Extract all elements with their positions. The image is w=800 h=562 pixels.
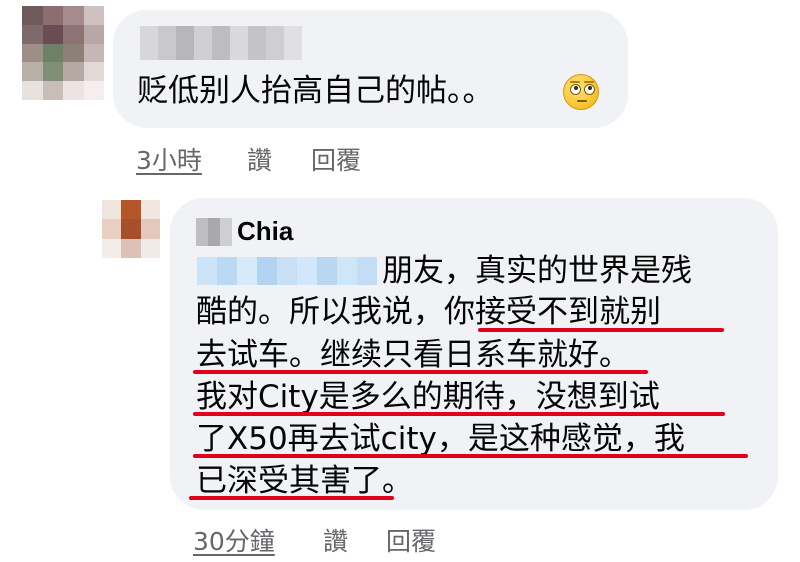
comment-text-line: 我对City是多么的期待，没想到试: [196, 379, 660, 415]
like-button[interactable]: 讚: [247, 141, 272, 177]
author-name-blurred: [140, 26, 302, 60]
like-button[interactable]: 讚: [323, 522, 348, 558]
comment-text-line: 酷的。所以我说，你接受不到就别: [196, 294, 661, 330]
annotation-underline: [189, 496, 394, 500]
annotation-underline: [478, 328, 724, 332]
reply-button[interactable]: 回覆: [311, 141, 361, 177]
rolling-eyes-emoji-icon: [563, 74, 599, 110]
comment-text-line: 已深受其害了。: [196, 463, 413, 499]
reply-button[interactable]: 回覆: [386, 522, 436, 558]
annotation-underline: [193, 370, 648, 374]
annotation-underline: [193, 454, 748, 458]
comment-timestamp[interactable]: 3小時: [136, 141, 202, 177]
avatar[interactable]: [102, 200, 160, 258]
avatar[interactable]: [22, 6, 104, 100]
comment-text: 贬低别人抬高自己的帖。。: [137, 73, 494, 109]
annotation-underline: [193, 412, 725, 416]
author-name-blurred: [196, 218, 232, 246]
comment-text-line: 去试车。继续只看日系车就好。: [196, 337, 630, 373]
comment-author[interactable]: Chia: [237, 216, 293, 247]
comment-text-line: 了X50再去试city，是这种感觉，我: [196, 421, 685, 457]
comment-timestamp[interactable]: 30分鐘: [193, 522, 275, 558]
mention-blurred[interactable]: [197, 257, 377, 285]
comment-text-line: 朋友，真实的世界是残: [382, 253, 692, 289]
